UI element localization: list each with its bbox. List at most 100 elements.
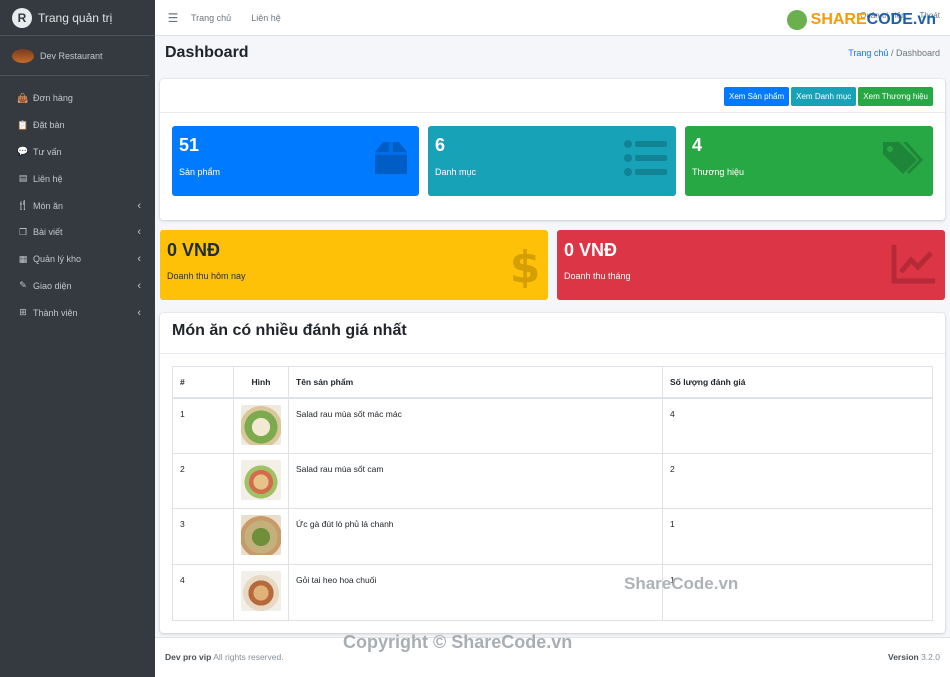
footer-brand: Dev pro vip bbox=[165, 652, 212, 662]
footer-copyright: Dev pro vip All rights reserved. bbox=[165, 652, 284, 662]
brand-logo: R bbox=[12, 7, 32, 28]
chevron-left-icon: ‹ bbox=[137, 306, 141, 319]
row-number: 3 bbox=[172, 508, 234, 566]
food-image bbox=[241, 515, 281, 556]
row-number: 1 bbox=[172, 397, 234, 454]
view-brands-button[interactable]: Xem Thương hiệu bbox=[858, 87, 933, 106]
hamburger-icon[interactable]: ☰ bbox=[155, 11, 191, 25]
user-name: Dev Restaurant bbox=[40, 50, 103, 61]
row-product-name: Salad rau mùa sốt mác mác bbox=[288, 397, 663, 454]
sidebar-item-label: Liên hệ bbox=[33, 173, 63, 184]
sidebar-item-label: Đơn hàng bbox=[33, 93, 73, 104]
sidebar-item-warehouse[interactable]: ▦ Quản lý kho ‹ bbox=[0, 246, 155, 273]
stat-value: 6 bbox=[435, 135, 446, 155]
svg-text:$: $ bbox=[510, 242, 540, 288]
row-product-name: Ức gà đút lò phủ lá chanh bbox=[288, 508, 663, 566]
sidebar-item-dishes[interactable]: 🍴 Món ăn ‹ bbox=[0, 192, 155, 219]
stat-value: 51 bbox=[179, 135, 200, 155]
row-image-cell bbox=[233, 564, 289, 621]
stat-box-revenue-month[interactable]: 0 VNĐ Doanh thu tháng bbox=[557, 230, 945, 300]
nav-link-home[interactable]: Trang chủ bbox=[191, 13, 231, 23]
shopping-bag-icon: 👜 bbox=[17, 92, 29, 103]
footer-version-number: 3.2.0 bbox=[918, 652, 940, 662]
row-image-cell bbox=[233, 452, 289, 510]
clipboard-icon: 📋 bbox=[17, 119, 29, 130]
chat-icon: 💬 bbox=[17, 146, 29, 157]
watermark-code: CODE.vn bbox=[866, 11, 936, 28]
stat-label: Doanh thu tháng bbox=[564, 271, 631, 281]
row-rating-count: 4 bbox=[662, 397, 933, 454]
edit-icon: ✎ bbox=[19, 280, 27, 291]
view-products-button[interactable]: Xem Sản phẩm bbox=[724, 87, 790, 106]
stat-box-brands[interactable]: 4 Thương hiệu bbox=[685, 126, 933, 196]
stat-value: 0 VNĐ bbox=[564, 240, 618, 260]
row-number: 4 bbox=[172, 564, 234, 621]
row-number: 2 bbox=[172, 452, 234, 510]
column-header-rating-count: Số lượng đánh giá bbox=[662, 366, 933, 399]
sidebar-item-label: Món ăn bbox=[33, 200, 64, 211]
top-rated-title: Món ăn có nhiều đánh giá nhất bbox=[172, 322, 407, 339]
dollar-icon: $ bbox=[510, 242, 540, 288]
row-image-cell bbox=[233, 397, 289, 454]
sidebar-item-label: Tư vấn bbox=[33, 146, 62, 157]
table-row: 1 Salad rau mùa sốt mác mác 4 bbox=[172, 397, 933, 454]
user-panel[interactable]: Dev Restaurant bbox=[0, 36, 149, 76]
breadcrumb-current: Dashboard bbox=[895, 48, 940, 58]
column-header-image: Hình bbox=[233, 366, 289, 399]
utensils-icon: 🍴 bbox=[17, 200, 29, 211]
top-navbar: ☰ Trang chủ Liên hệ Quản trị viên Thoát … bbox=[155, 0, 950, 36]
footer-rights: All rights reserved. bbox=[211, 652, 284, 662]
table-row: 3 Ức gà đút lò phủ lá chanh 1 bbox=[172, 508, 933, 566]
watermark-bottom: Copyright © ShareCode.vn bbox=[343, 632, 573, 652]
sidebar-item-consult[interactable]: 💬 Tư vấn bbox=[0, 139, 155, 166]
breadcrumb: Trang chủ / Dashboard bbox=[848, 48, 940, 58]
stat-label: Doanh thu hôm nay bbox=[167, 271, 246, 281]
overview-card-header: Xem Sản phẩm Xem Danh mục Xem Thương hiệ… bbox=[160, 79, 945, 113]
tags-icon bbox=[883, 142, 923, 174]
view-categories-button[interactable]: Xem Danh mục bbox=[791, 87, 857, 106]
stat-value: 4 bbox=[692, 135, 703, 155]
chevron-left-icon: ‹ bbox=[137, 253, 141, 266]
top-rated-table: # Hình Tên sản phẩm Số lượng đánh giá 1 … bbox=[172, 366, 933, 621]
stat-box-products[interactable]: 51 Sản phẩm bbox=[172, 126, 419, 196]
card-divider bbox=[160, 353, 945, 354]
food-image bbox=[241, 459, 281, 500]
stat-box-categories[interactable]: 6 Danh mục bbox=[428, 126, 676, 196]
footer-version-label: Version bbox=[888, 652, 919, 662]
nav-link-contact[interactable]: Liên hệ bbox=[251, 13, 281, 23]
stat-box-revenue-today[interactable]: 0 VNĐ Doanh thu hôm nay $ bbox=[160, 230, 548, 300]
chevron-left-icon: ‹ bbox=[137, 199, 141, 212]
user-avatar bbox=[12, 48, 34, 63]
brand-text: Trang quản trị bbox=[38, 10, 113, 25]
sharecode-logo-watermark: SHARE CODE.vn bbox=[786, 10, 936, 30]
column-header-number: # bbox=[172, 366, 234, 399]
row-product-name: Gỏi tai heo hoa chuối bbox=[288, 564, 663, 621]
breadcrumb-home[interactable]: Trang chủ bbox=[848, 48, 888, 58]
table-header-row: # Hình Tên sản phẩm Số lượng đánh giá bbox=[172, 366, 933, 399]
line-chart-icon bbox=[891, 245, 935, 284]
stat-label: Thương hiệu bbox=[692, 167, 744, 177]
watermark-middle: ShareCode.vn bbox=[624, 574, 739, 593]
address-card-icon: ▤ bbox=[18, 173, 28, 184]
sidebar-item-label: Đặt bàn bbox=[33, 120, 65, 131]
sidebar-item-appearance[interactable]: ✎ Giao diện ‹ bbox=[0, 273, 155, 300]
sidebar-item-posts[interactable]: ❐ Bài viết ‹ bbox=[0, 219, 155, 246]
chevron-left-icon: ‹ bbox=[137, 226, 141, 239]
sidebar-item-label: Giao diện bbox=[33, 280, 72, 291]
row-product-name: Salad rau mùa sốt cam bbox=[288, 452, 663, 510]
sidebar-item-orders[interactable]: 👜 Đơn hàng bbox=[0, 85, 155, 112]
top-rated-card: Món ăn có nhiều đánh giá nhất # Hình Tên… bbox=[160, 313, 945, 633]
sidebar-item-contact[interactable]: ▤ Liên hệ bbox=[0, 165, 155, 192]
sidebar-menu: 👜 Đơn hàng 📋 Đặt bàn 💬 Tư vấn ▤ Liên hệ 🍴 Món… bbox=[0, 85, 155, 326]
warehouse-icon: ▦ bbox=[18, 253, 28, 264]
row-rating-count: 1 bbox=[662, 508, 933, 566]
sharecode-logo-icon bbox=[786, 10, 807, 30]
food-image bbox=[241, 571, 281, 612]
sidebar-item-members[interactable]: ⊞ Thành viên ‹ bbox=[0, 299, 155, 326]
sidebar-item-reservations[interactable]: 📋 Đặt bàn bbox=[0, 112, 155, 139]
brand-link[interactable]: R Trang quản trị bbox=[0, 0, 155, 36]
table-row: 2 Salad rau mùa sốt cam 2 bbox=[172, 452, 933, 510]
sidebar: R Trang quản trị Dev Restaurant 👜 Đơn hàn… bbox=[0, 0, 155, 677]
sidebar-item-label: Quản lý kho bbox=[33, 254, 82, 265]
stat-label: Sản phẩm bbox=[179, 167, 221, 177]
